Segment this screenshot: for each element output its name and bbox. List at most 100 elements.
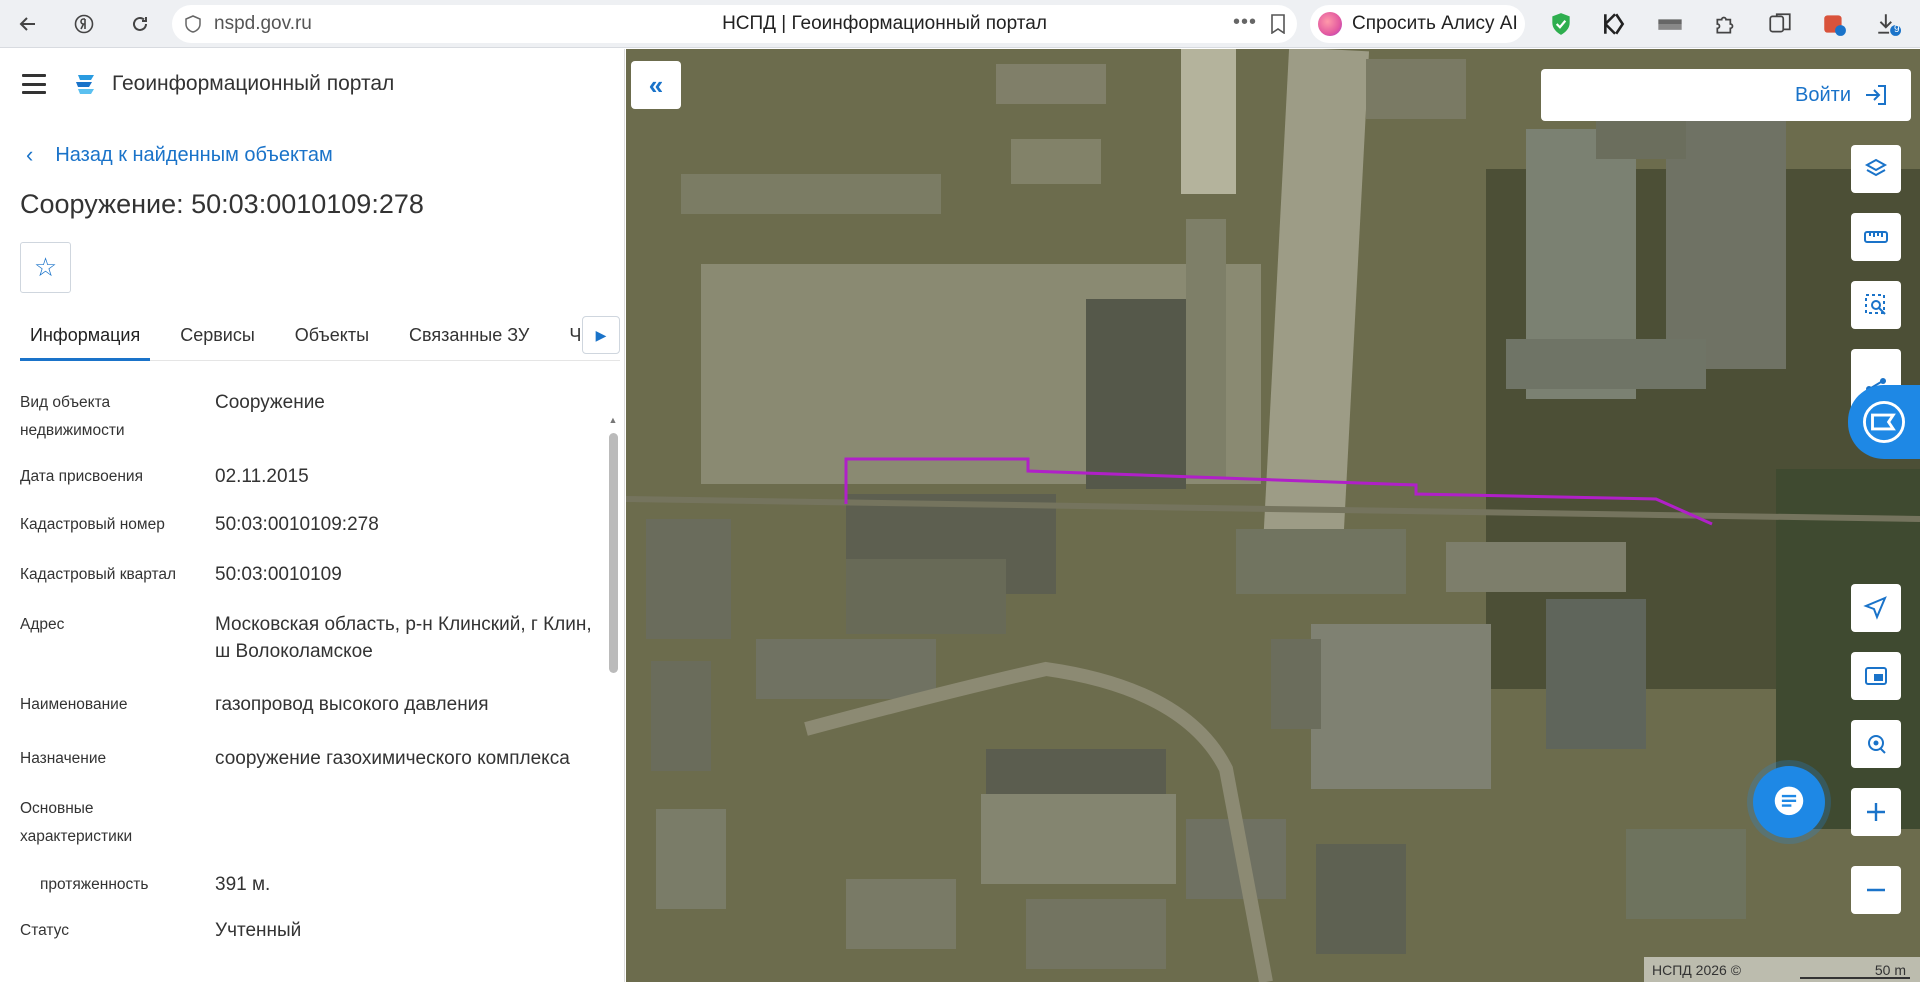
tab-title: НСПД | Геоинформационный портал <box>722 13 1047 34</box>
alice-icon <box>1318 12 1342 36</box>
double-chevron-left-icon: « <box>648 69 664 100</box>
puzzle-icon[interactable] <box>1710 8 1742 40</box>
scale-bar: 50 m <box>1800 961 1910 979</box>
url-text: nspd.gov.ru <box>214 13 312 34</box>
geolocation-button[interactable] <box>1851 584 1901 632</box>
prop-row: Кадастровый номер 50:03:0010109:278 <box>20 511 600 539</box>
tab-related-plots[interactable]: Связанные ЗУ <box>399 309 539 361</box>
properties-list: Вид объекта недвижимости Сооружение Дата… <box>20 389 600 959</box>
prop-key: Дата присвоения <box>20 468 143 485</box>
yandex-icon[interactable] <box>64 4 104 44</box>
navigation-arrow-icon <box>1863 596 1887 620</box>
tabs-scroll-right-button[interactable]: ▶ <box>582 316 620 354</box>
back-label: Назад к найденным объектам <box>55 143 333 166</box>
portal-logo-icon <box>76 75 94 94</box>
prop-value: 50:03:0010109:278 <box>215 514 379 535</box>
minimap-icon <box>1865 667 1887 685</box>
minimap-button[interactable] <box>1851 652 1901 700</box>
extension-badge-icon[interactable] <box>1818 8 1850 40</box>
app-title: Геоинформационный портал <box>112 72 395 95</box>
prop-value: газопровод высокого давления <box>215 694 489 715</box>
prop-key: Кадастровый квартал <box>20 566 177 583</box>
favorite-button[interactable]: ☆ <box>20 242 71 293</box>
prop-value: Московская область, р-н Клинский, г Клин… <box>215 614 592 662</box>
scrollbar-thumb[interactable] <box>609 433 618 673</box>
star-icon: ☆ <box>33 252 58 282</box>
prop-key: протяженность <box>40 876 149 893</box>
browser-toolbar: nspd.gov.ru НСПД | Геоинформационный пор… <box>0 0 1920 48</box>
attribution-text: НСПД 2026 © <box>1652 961 1742 978</box>
tab-services[interactable]: Сервисы <box>170 309 265 361</box>
ruler-button[interactable] <box>1851 213 1901 261</box>
prop-key: Статус <box>20 922 69 939</box>
login-icon <box>1866 85 1886 105</box>
tab-bar: Информация Сервисы Объекты Связанные ЗУ … <box>20 309 620 361</box>
prop-group-header: Основные характеристики <box>20 795 600 851</box>
zoom-in-button[interactable] <box>1851 788 1901 836</box>
prop-value: Учтенный <box>215 920 302 941</box>
alice-button[interactable]: Спросить Алису AI <box>1310 5 1525 43</box>
downloads-icon[interactable]: 9 <box>1872 8 1904 40</box>
minus-icon <box>1867 888 1885 892</box>
menu-icon[interactable] <box>22 74 46 94</box>
address-bar[interactable]: nspd.gov.ru НСПД | Геоинформационный пор… <box>172 5 1297 43</box>
map-attribution: НСПД 2026 © 50 m <box>1644 957 1920 982</box>
reload-icon[interactable] <box>120 4 160 44</box>
prop-key: Наименование <box>20 696 128 713</box>
object-title: Сооружение: 50:03:0010109:278 <box>20 189 424 219</box>
prop-value: 02.11.2015 <box>215 466 309 487</box>
zoom-out-button[interactable] <box>1851 866 1901 914</box>
satellite-imagery <box>626 49 1920 982</box>
scroll-up-icon[interactable]: ▲ <box>608 415 618 425</box>
downloads-count: 9 <box>1894 24 1900 35</box>
area-select-button[interactable] <box>1851 281 1901 329</box>
location-pin-icon <box>1868 735 1886 754</box>
collections-icon[interactable] <box>1764 8 1796 40</box>
promo-assistant-button[interactable] <box>1848 385 1920 459</box>
prop-key: Адрес <box>20 616 65 633</box>
map-view[interactable]: « Войти НСПД 2026 © 50 m <box>626 49 1920 982</box>
tab-objects[interactable]: Объекты <box>285 309 379 361</box>
prop-key: Кадастровый номер <box>20 516 165 533</box>
ruler-icon <box>1864 231 1888 243</box>
layers-icon <box>1864 158 1888 177</box>
alice-label: Спросить Алису AI <box>1352 13 1518 34</box>
prop-key: Основные характеристики <box>20 800 133 845</box>
assistant-icon <box>1863 401 1905 443</box>
kaspersky-icon[interactable] <box>1598 8 1630 40</box>
tab-information[interactable]: Информация <box>20 309 151 361</box>
prop-row: Статус Учтенный <box>20 917 600 945</box>
prop-row: Назначение сооружение газохимического ко… <box>20 745 600 773</box>
prop-row: Вид объекта недвижимости Сооружение <box>20 389 600 445</box>
plus-icon <box>1867 803 1885 821</box>
more-icon[interactable]: ••• <box>1233 11 1257 34</box>
chat-icon <box>1774 786 1804 816</box>
protect-shield-icon[interactable] <box>1545 8 1577 40</box>
extension-gray-icon[interactable] <box>1654 8 1686 40</box>
prop-value: сооружение газохимического комплекса <box>215 748 570 769</box>
prop-key: Вид объекта недвижимости <box>20 394 125 439</box>
prop-row: Адрес Московская область, р-н Клинский, … <box>20 611 600 665</box>
chat-button[interactable] <box>1741 754 1837 850</box>
back-to-results-link[interactable]: ‹ Назад к найденным объектам <box>26 142 333 168</box>
location-search-button[interactable] <box>1851 720 1901 768</box>
prop-row: протяженность 391 м. <box>20 871 600 899</box>
prop-value: 50:03:0010109 <box>215 564 342 585</box>
prop-value: Сооружение <box>215 392 325 413</box>
prop-value: 391 м. <box>215 874 271 895</box>
login-label: Войти <box>1795 83 1851 106</box>
caret-right-icon: ▶ <box>595 326 607 343</box>
select-area-icon <box>1865 294 1886 315</box>
back-arrow-icon[interactable] <box>8 4 48 44</box>
panel-scrollbar[interactable]: ▲ ▼ <box>608 415 618 982</box>
prop-row: Наименование газопровод высокого давлени… <box>20 691 600 719</box>
layers-button[interactable] <box>1851 145 1901 193</box>
prop-row: Кадастровый квартал 50:03:0010109 <box>20 561 600 589</box>
shield-icon <box>185 15 201 33</box>
info-panel: Геоинформационный портал ‹ Назад к найде… <box>0 49 625 982</box>
login-button[interactable]: Войти <box>1541 69 1911 121</box>
prop-row: Дата присвоения 02.11.2015 <box>20 463 600 491</box>
panel-header: Геоинформационный портал <box>0 49 624 119</box>
bookmark-icon[interactable] <box>1269 14 1287 34</box>
collapse-panel-button[interactable]: « <box>631 61 681 109</box>
